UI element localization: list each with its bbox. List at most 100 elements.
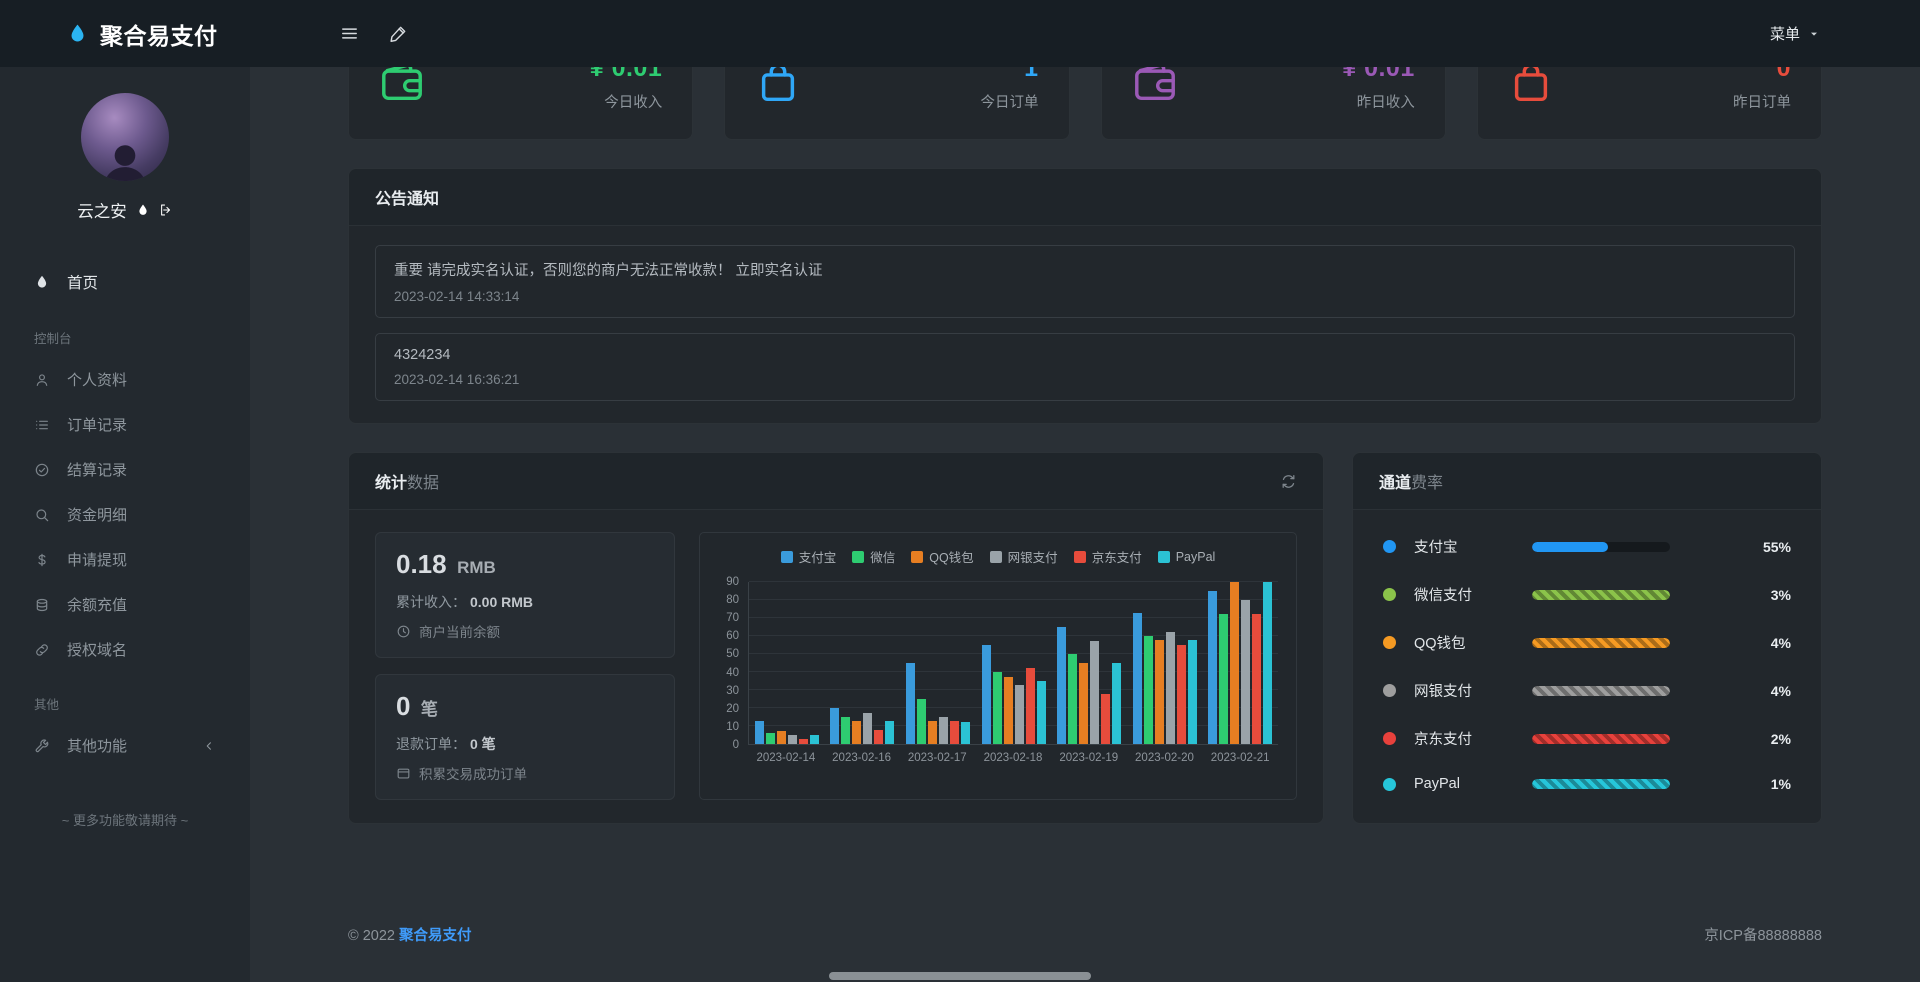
bar-group (825, 582, 901, 744)
stat-label: 今日订单 (981, 91, 1039, 112)
logout-icon[interactable] (159, 203, 173, 217)
announcement-item[interactable]: 43242342023-02-14 16:36:21 (375, 333, 1795, 401)
legend-swatch (1074, 551, 1086, 563)
bar (766, 733, 775, 744)
bar-group (900, 582, 976, 744)
sidebar-item-label: 个人资料 (67, 369, 127, 390)
channel-progress-bar (1532, 590, 1670, 600)
bar (1263, 582, 1272, 744)
refresh-icon[interactable] (1280, 473, 1297, 490)
sidebar-item[interactable]: 个人资料 (0, 357, 250, 402)
legend-item[interactable]: PayPal (1158, 547, 1216, 566)
y-tick-label: 0 (733, 739, 739, 751)
statistics-panel-header: 统计 数据 (349, 453, 1323, 510)
brand-title: 聚合易支付 (100, 17, 218, 51)
bar (1090, 641, 1099, 744)
brush-icon[interactable] (389, 24, 408, 43)
bar (928, 721, 937, 744)
bar (885, 721, 894, 744)
refund-unit: 笔 (421, 700, 438, 719)
footer-brand-link[interactable]: 聚合易支付 (399, 928, 472, 944)
channel-rate: 1% (1771, 776, 1791, 792)
sidebar-section-other: 其他 (0, 672, 250, 723)
y-tick-label: 70 (726, 612, 739, 624)
announcement-list: 重要 请完成实名认证，否则您的商户无法正常收款！ 立即实名认证 2023-02-1… (349, 226, 1821, 423)
statistics-mini-cards: 0.18 RMB 累计收入：0.00 RMB 商户当前余额 (375, 532, 675, 800)
sidebar-item[interactable]: 授权域名 (0, 627, 250, 672)
chart-plot-area (748, 582, 1278, 745)
statistics-panel: 统计 数据 0.18 RMB 累计收入：0.00 RMB (348, 452, 1324, 824)
link-icon (34, 642, 50, 658)
sidebar-item[interactable]: 结算记录 (0, 447, 250, 492)
x-axis-label: 2023-02-21 (1202, 752, 1278, 764)
bar (950, 721, 959, 744)
y-tick-label: 50 (726, 648, 739, 660)
sidebar-item-label: 余额充值 (67, 594, 127, 615)
balance-card: 0.18 RMB 累计收入：0.00 RMB 商户当前余额 (375, 532, 675, 658)
channel-progress-bar (1532, 734, 1670, 744)
bar (1068, 654, 1077, 744)
chevron-left-icon (202, 739, 216, 753)
channel-progress-bar (1532, 686, 1670, 696)
bar (1004, 677, 1013, 744)
legend-item[interactable]: 网银支付 (990, 547, 1058, 566)
avatar (81, 93, 169, 181)
channels-title: 通道 (1379, 469, 1411, 493)
menu-dropdown[interactable]: 菜单 (1770, 23, 1820, 44)
bar (1208, 591, 1217, 744)
coins-icon (34, 597, 50, 613)
list-icon (34, 417, 50, 433)
channels-title-sub: 费率 (1411, 469, 1443, 493)
bar (777, 731, 786, 744)
balance-value: 0.18 (396, 549, 447, 579)
x-axis-label: 2023-02-20 (1127, 752, 1203, 764)
balance-note: 商户当前余额 (396, 621, 654, 641)
announcement-panel-header: 公告通知 (349, 169, 1821, 226)
sidebar-section-console: 控制台 (0, 306, 250, 357)
chart-legend: 支付宝 微信 QQ钱包 网银支付京东支付 PayPal (718, 547, 1278, 566)
bar-group (749, 582, 825, 744)
announcement-time: 2023-02-14 14:33:14 (394, 289, 1776, 304)
sidebar-item-label: 订单记录 (67, 414, 127, 435)
dollar-icon (34, 552, 50, 568)
icp-number: 京ICP备88888888 (1704, 924, 1822, 945)
announcement-item[interactable]: 重要 请完成实名认证，否则您的商户无法正常收款！ 立即实名认证 2023-02-1… (375, 245, 1795, 318)
sidebar-item[interactable]: 余额充值 (0, 582, 250, 627)
channel-progress-fill (1532, 638, 1670, 648)
bar-group (1127, 582, 1203, 744)
sidebar-item-home[interactable]: 首页 (0, 258, 250, 306)
hamburger-menu-icon[interactable] (340, 24, 359, 43)
legend-item[interactable]: 支付宝 (781, 547, 837, 566)
x-axis-label: 2023-02-19 (1051, 752, 1127, 764)
sidebar-item[interactable]: 资金明细 (0, 492, 250, 537)
horizontal-scrollbar[interactable] (829, 972, 1091, 980)
sidebar-item[interactable]: 其他功能 (0, 723, 250, 768)
channel-row: 网银支付4% (1383, 680, 1791, 701)
chart-y-axis: 0102030405060708090 (718, 582, 748, 745)
brand: 聚合易支付 (66, 17, 218, 51)
legend-item[interactable]: 微信 (852, 547, 895, 566)
announcement-text: 重要 请完成实名认证，否则您的商户无法正常收款！ 立即实名认证 (394, 259, 1776, 280)
sidebar-item[interactable]: 订单记录 (0, 402, 250, 447)
y-tick-label: 20 (726, 703, 739, 715)
legend-swatch (990, 551, 1002, 563)
drop-badge-icon (136, 203, 150, 217)
legend-item[interactable]: QQ钱包 (911, 547, 973, 566)
bar (1219, 614, 1228, 744)
legend-label: 网银支付 (1008, 547, 1058, 566)
bar (1079, 663, 1088, 744)
y-tick-label: 90 (726, 576, 739, 588)
channels-panel-header: 通道 费率 (1353, 453, 1821, 510)
bar (1133, 613, 1142, 744)
footer: © 2022聚合易支付 京ICP备88888888 (348, 924, 1822, 945)
sidebar-item[interactable]: 申请提现 (0, 537, 250, 582)
channel-name: 京东支付 (1414, 728, 1532, 749)
x-axis-label: 2023-02-18 (975, 752, 1051, 764)
card-icon (396, 766, 411, 781)
bar (1252, 614, 1261, 744)
bottom-panels-row: 统计 数据 0.18 RMB 累计收入：0.00 RMB (348, 452, 1822, 824)
legend-item[interactable]: 京东支付 (1074, 547, 1142, 566)
legend-label: 微信 (870, 547, 895, 566)
more-features-note: ~ 更多功能敬请期待 ~ (0, 810, 250, 829)
bar (810, 735, 819, 744)
